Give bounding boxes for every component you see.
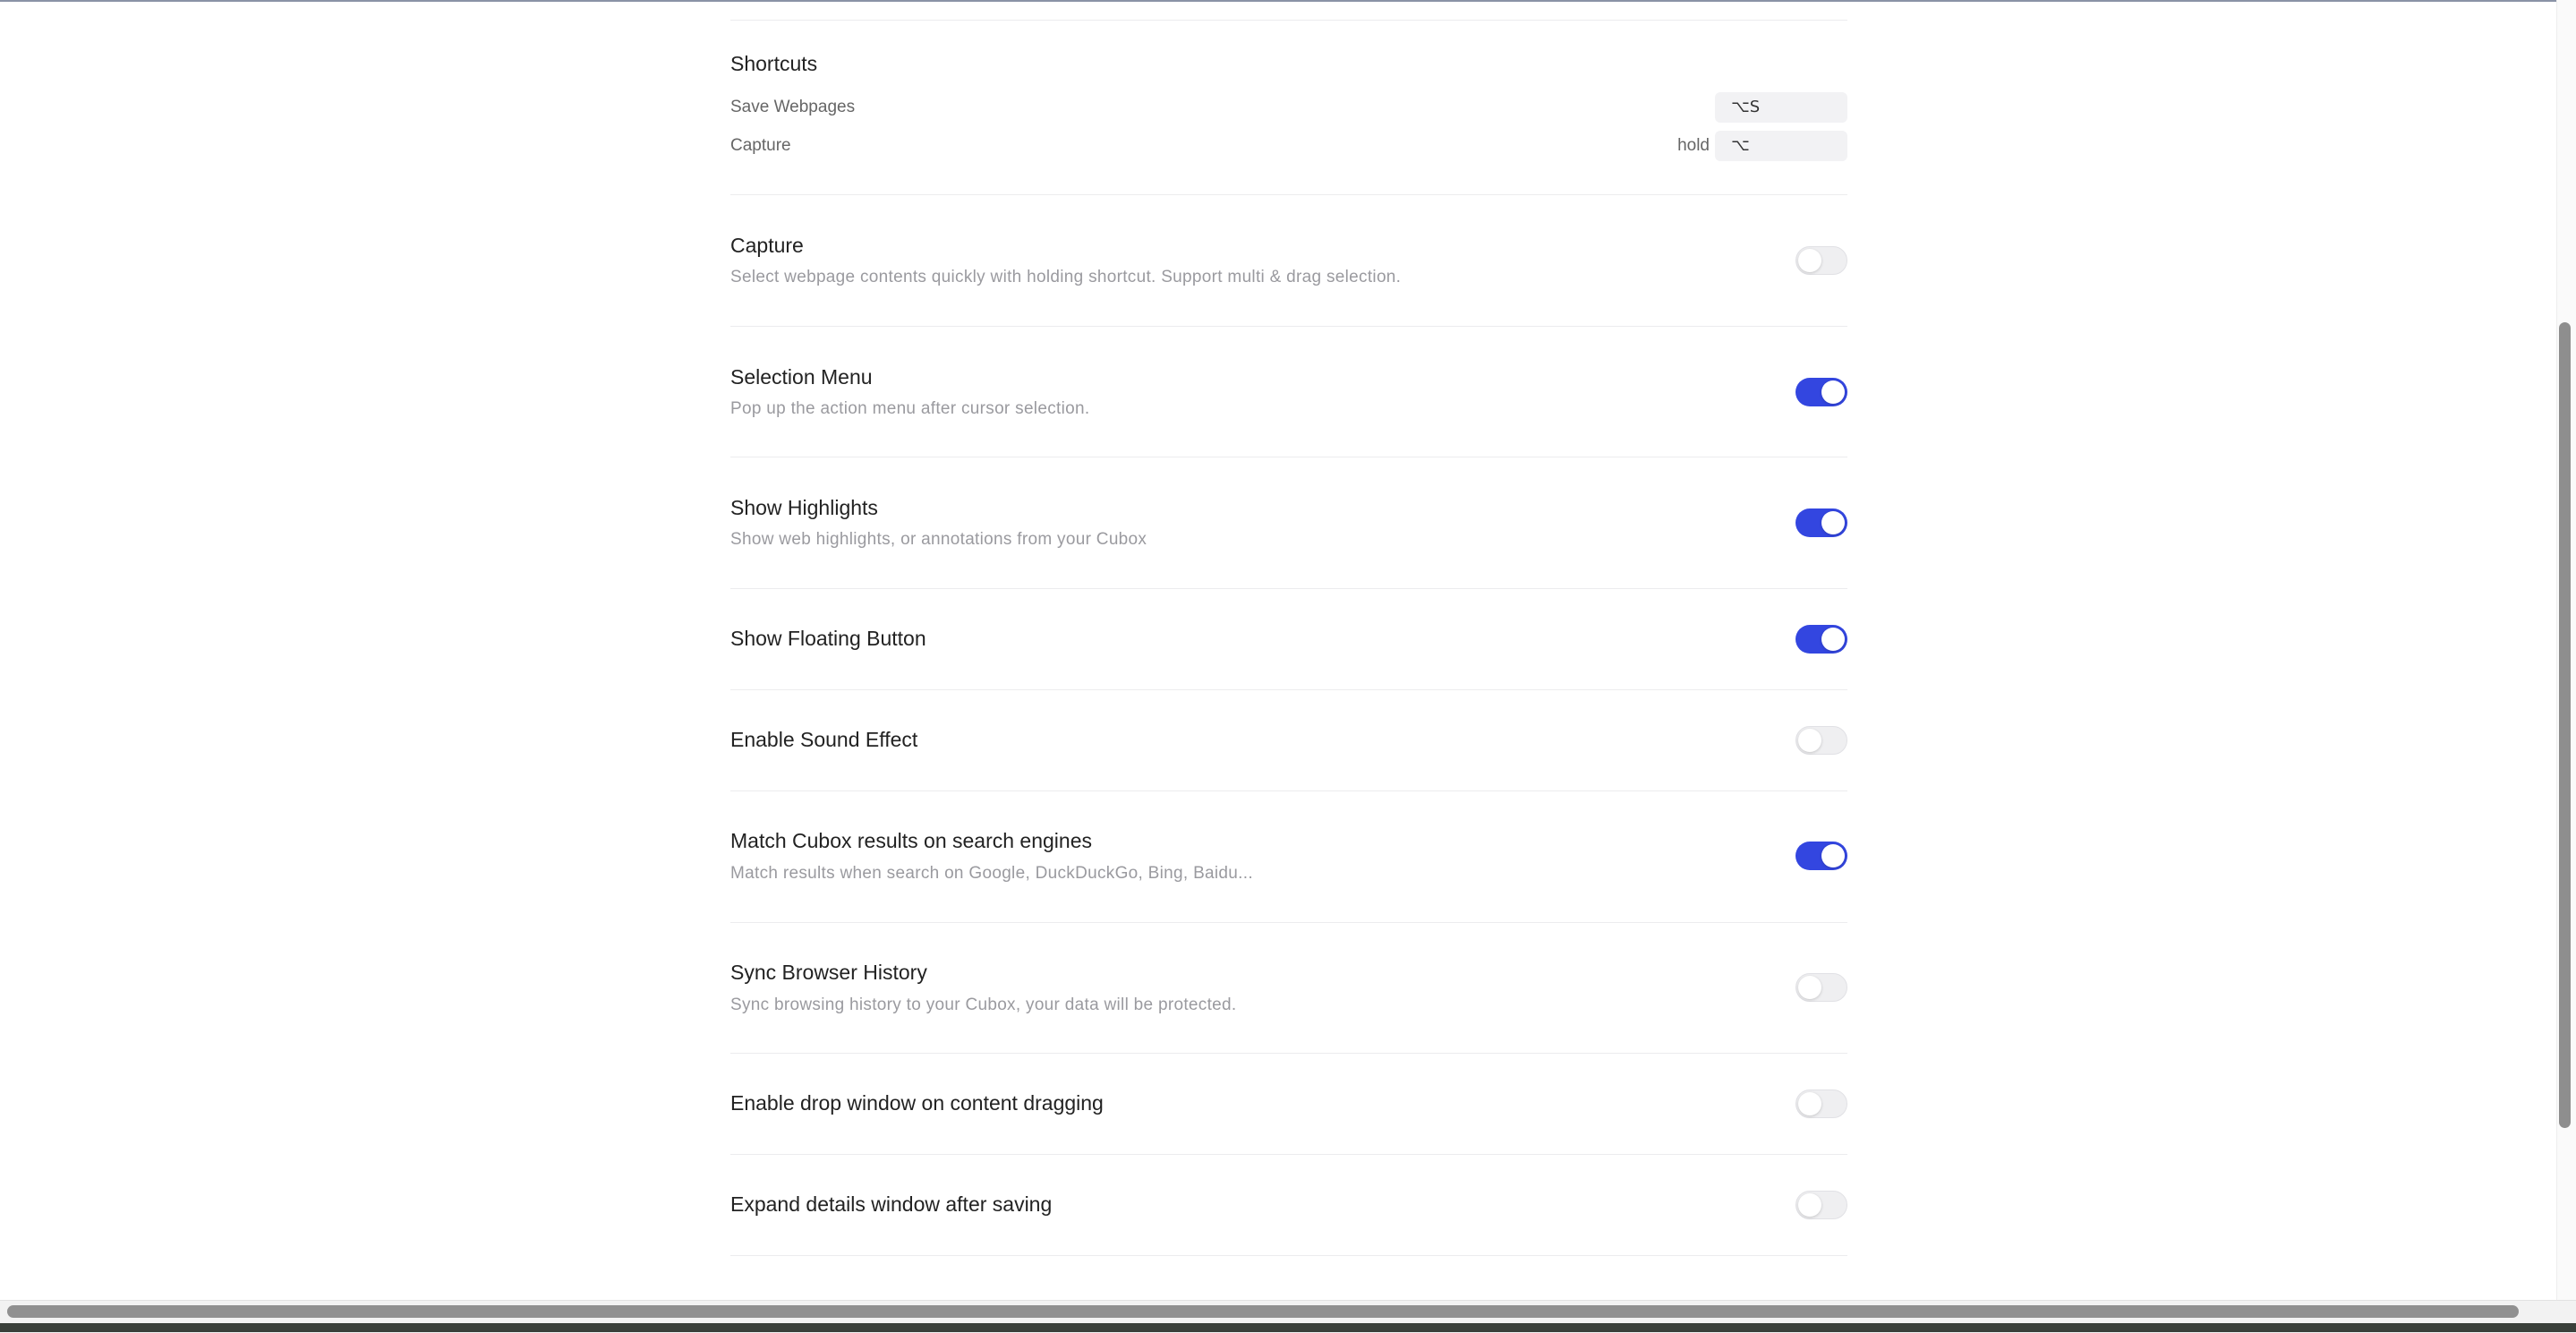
sync-browser-history-toggle[interactable] xyxy=(1796,973,1847,1002)
divider xyxy=(730,1255,1847,1256)
shortcut-label: Save Webpages xyxy=(730,98,856,116)
toggle-knob xyxy=(1798,249,1821,272)
setting-title: Capture xyxy=(730,234,804,257)
setting-title: Expand details window after saving xyxy=(730,1192,1053,1216)
toggle-knob xyxy=(1821,628,1845,651)
window-top-border xyxy=(0,0,2576,2)
setting-title: Enable drop window on content dragging xyxy=(730,1091,1104,1115)
setting-description: Match results when search on Google, Duc… xyxy=(730,864,1253,883)
capture-toggle[interactable] xyxy=(1796,246,1847,275)
shortcut-hold-label: hold xyxy=(1677,136,1710,155)
divider xyxy=(730,922,1847,923)
toggle-knob xyxy=(1821,511,1845,534)
divider xyxy=(730,1053,1847,1054)
enable-sound-effect-toggle[interactable] xyxy=(1796,726,1847,755)
toggle-knob xyxy=(1821,380,1845,404)
shortcut-row-save-webpages: Save Webpages ⌥S xyxy=(730,92,1847,123)
toggle-knob xyxy=(1798,1092,1821,1115)
setting-title: Match Cubox results on search engines xyxy=(730,829,1092,852)
setting-title: Show Floating Button xyxy=(730,627,926,650)
shortcut-key-input[interactable]: ⌥S xyxy=(1715,92,1847,123)
divider xyxy=(730,689,1847,690)
divider xyxy=(730,20,1847,21)
selection-menu-toggle[interactable] xyxy=(1796,378,1847,406)
bottom-window-edge xyxy=(0,1323,2576,1332)
horizontal-scrollbar-thumb[interactable] xyxy=(7,1305,2519,1318)
toggle-knob xyxy=(1821,844,1845,867)
setting-description: Show web highlights, or annotations from… xyxy=(730,530,1147,549)
setting-description: Pop up the action menu after cursor sele… xyxy=(730,399,1090,418)
setting-description: Sync browsing history to your Cubox, you… xyxy=(730,995,1237,1014)
divider xyxy=(730,790,1847,791)
divider xyxy=(730,194,1847,195)
divider xyxy=(730,588,1847,589)
expand-details-window-toggle[interactable] xyxy=(1796,1191,1847,1219)
shortcuts-title: Shortcuts xyxy=(730,52,818,75)
setting-title: Selection Menu xyxy=(730,365,873,389)
setting-title: Sync Browser History xyxy=(730,961,927,984)
toggle-knob xyxy=(1798,729,1821,752)
divider xyxy=(730,1154,1847,1155)
setting-description: Select webpage contents quickly with hol… xyxy=(730,268,1402,286)
match-cubox-results-toggle[interactable] xyxy=(1796,842,1847,870)
shortcut-key-input[interactable]: ⌥ xyxy=(1715,131,1847,161)
shortcut-row-capture: Capture hold ⌥ xyxy=(730,131,1847,161)
setting-title: Enable Sound Effect xyxy=(730,728,918,751)
divider xyxy=(730,326,1847,327)
toggle-knob xyxy=(1798,976,1821,999)
show-floating-button-toggle[interactable] xyxy=(1796,625,1847,654)
toggle-knob xyxy=(1798,1193,1821,1217)
shortcut-label: Capture xyxy=(730,136,791,155)
enable-drop-window-toggle[interactable] xyxy=(1796,1089,1847,1118)
setting-title: Show Highlights xyxy=(730,496,878,519)
show-highlights-toggle[interactable] xyxy=(1796,508,1847,537)
vertical-scrollbar-thumb[interactable] xyxy=(2559,322,2571,1128)
